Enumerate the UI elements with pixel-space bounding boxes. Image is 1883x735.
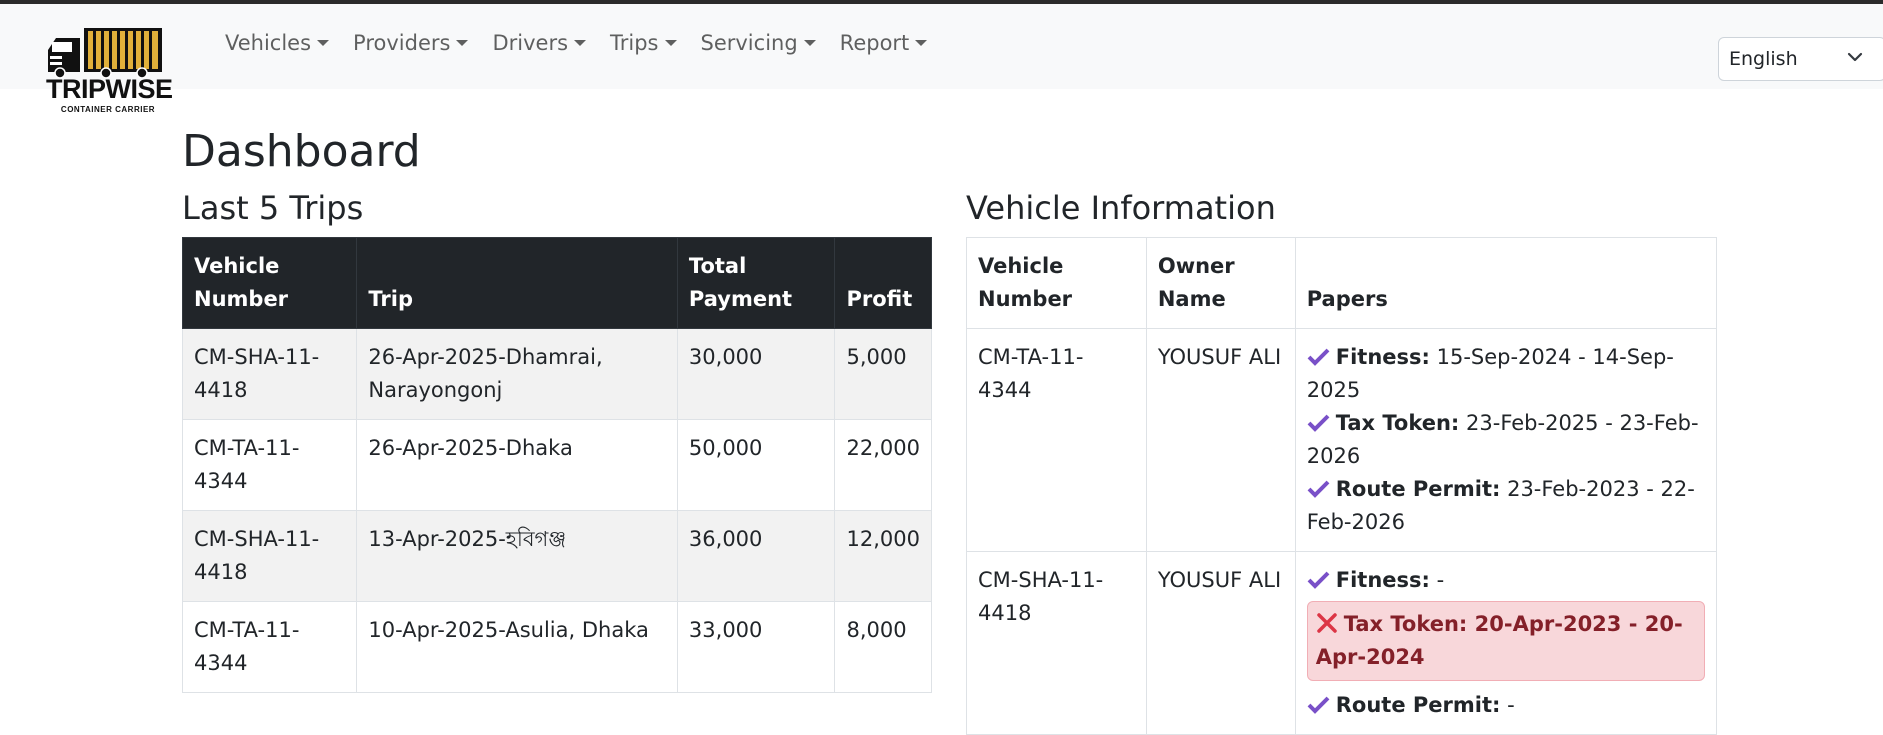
table-row: CM-SHA-11-4418 YOUSUF ALI Fitness: - Tax… [966, 551, 1718, 735]
vehicle-cell: CM-TA-11-4344 [966, 328, 1147, 552]
trips-heading: Last 5 Trips [182, 189, 364, 227]
column-header: Total Payment [676, 237, 836, 329]
nav-vehicles-dropdown[interactable]: Vehicles [213, 28, 341, 58]
check-icon [1307, 571, 1330, 589]
table-row: CM-TA-11-4344 26-Apr-2025-Dhaka 50,000 2… [181, 419, 932, 511]
table-row: CM-TA-11-4344 YOUSUF ALI Fitness: 15-Sep… [966, 328, 1718, 552]
profit-cell: 12,000 [834, 510, 932, 602]
truck-icon [48, 28, 162, 78]
paper-tax-token: Tax Token: 23-Feb-2025 - 23-Feb-2026 [1307, 407, 1705, 473]
paper-value: - [1436, 568, 1445, 592]
payment-cell: 50,000 [676, 419, 836, 511]
profit-cell: 8,000 [834, 601, 932, 693]
nav-item-label: Trips [610, 31, 659, 55]
paper-fitness: Fitness: - [1307, 564, 1705, 597]
table-header-row: Vehicle Number Owner Name Papers [966, 237, 1718, 329]
column-header: Papers [1294, 237, 1718, 329]
nav-providers-dropdown[interactable]: Providers [341, 28, 480, 58]
check-icon [1307, 414, 1330, 432]
nav-item-label: Report [839, 31, 910, 55]
nav-drivers-dropdown[interactable]: Drivers [480, 28, 598, 58]
brand-tagline: CONTAINER CARRIER [60, 105, 156, 114]
expired-paper-alert: Tax Token: 20-Apr-2023 - 20-Apr-2024 [1306, 601, 1705, 681]
papers-cell: Fitness: 15-Sep-2024 - 14-Sep-2025 Tax T… [1294, 328, 1718, 552]
vehicle-cell: CM-SHA-11-4418 [966, 551, 1147, 735]
trip-cell: 10-Apr-2025-Asulia, Dhaka [356, 601, 678, 693]
paper-label: Tax Token: [1335, 411, 1460, 435]
table-row: CM-TA-11-4344 10-Apr-2025-Asulia, Dhaka … [181, 601, 932, 693]
nav-item-label: Providers [353, 31, 451, 55]
vehicle-info-heading: Vehicle Information [966, 189, 1276, 227]
vehicle-cell: CM-TA-11-4344 [181, 601, 358, 693]
table-row: CM-SHA-11-4418 13-Apr-2025-হবিগঞ্জ 36,00… [181, 510, 932, 602]
payment-cell: 30,000 [676, 328, 836, 420]
brand-name: TRIPWISE [46, 74, 173, 104]
main-nav: Vehicles Providers Drivers Trips Servici… [213, 28, 939, 58]
paper-value: - [1507, 693, 1515, 717]
language-selected: English [1729, 48, 1798, 70]
page-title: Dashboard [182, 126, 421, 177]
check-icon [1307, 480, 1330, 498]
paper-label: Route Permit: [1335, 477, 1501, 501]
paper-label: Route Permit: [1335, 693, 1501, 717]
payment-cell: 36,000 [676, 510, 836, 602]
nav-trips-dropdown[interactable]: Trips [598, 28, 688, 58]
trip-cell: 13-Apr-2025-হবিগঞ্জ [356, 510, 678, 602]
paper-label: Fitness: [1335, 568, 1430, 592]
payment-cell: 33,000 [676, 601, 836, 693]
language-select[interactable]: English [1718, 37, 1883, 81]
paper-fitness: Fitness: 15-Sep-2024 - 14-Sep-2025 [1307, 341, 1705, 407]
owner-cell: YOUSUF ALI [1145, 551, 1296, 735]
column-header: Trip [356, 237, 678, 329]
nav-servicing-dropdown[interactable]: Servicing [689, 28, 828, 58]
column-header: Vehicle Number [181, 237, 358, 329]
vehicle-info-table: Vehicle Number Owner Name Papers CM-TA-1… [966, 237, 1718, 735]
nav-item-label: Vehicles [225, 31, 312, 55]
check-icon [1307, 348, 1330, 366]
column-header: Profit [834, 237, 932, 329]
brand-logo[interactable]: TRIPWISE CONTAINER CARRIER [46, 26, 173, 118]
vehicle-cell: CM-SHA-11-4418 [181, 510, 358, 602]
table-header-row: Vehicle Number Trip Total Payment Profit [181, 237, 932, 329]
caret-down-icon [574, 40, 587, 46]
trips-table: Vehicle Number Trip Total Payment Profit… [181, 237, 932, 693]
paper-route-permit: Route Permit: - [1307, 689, 1705, 722]
nav-item-label: Drivers [492, 31, 569, 55]
caret-down-icon [664, 40, 677, 46]
owner-cell: YOUSUF ALI [1145, 328, 1296, 552]
check-icon [1307, 696, 1330, 714]
nav-report-dropdown[interactable]: Report [828, 28, 940, 58]
vehicle-cell: CM-TA-11-4344 [181, 419, 358, 511]
caret-down-icon [317, 40, 330, 46]
caret-down-icon [803, 40, 816, 46]
caret-down-icon [456, 40, 469, 46]
column-header: Vehicle Number [966, 237, 1147, 329]
chevron-down-icon [1847, 52, 1863, 62]
trip-cell: 26-Apr-2025-Dhaka [356, 419, 678, 511]
column-header: Owner Name [1145, 237, 1296, 329]
profit-cell: 22,000 [834, 419, 932, 511]
nav-item-label: Servicing [700, 31, 798, 55]
papers-cell: Fitness: - Tax Token: 20-Apr-2023 - 20-A… [1294, 551, 1718, 735]
vehicle-cell: CM-SHA-11-4418 [181, 328, 358, 420]
caret-down-icon [915, 40, 928, 46]
cross-icon [1316, 613, 1337, 633]
paper-label: Fitness: [1335, 345, 1430, 369]
paper-label: Tax Token: [1343, 612, 1468, 636]
table-row: CM-SHA-11-4418 26-Apr-2025-Dhamrai, Nara… [181, 328, 932, 420]
paper-route-permit: Route Permit: 23-Feb-2023 - 22-Feb-2026 [1307, 473, 1705, 539]
trip-cell: 26-Apr-2025-Dhamrai, Narayongonj [356, 328, 678, 420]
profit-cell: 5,000 [834, 328, 932, 420]
